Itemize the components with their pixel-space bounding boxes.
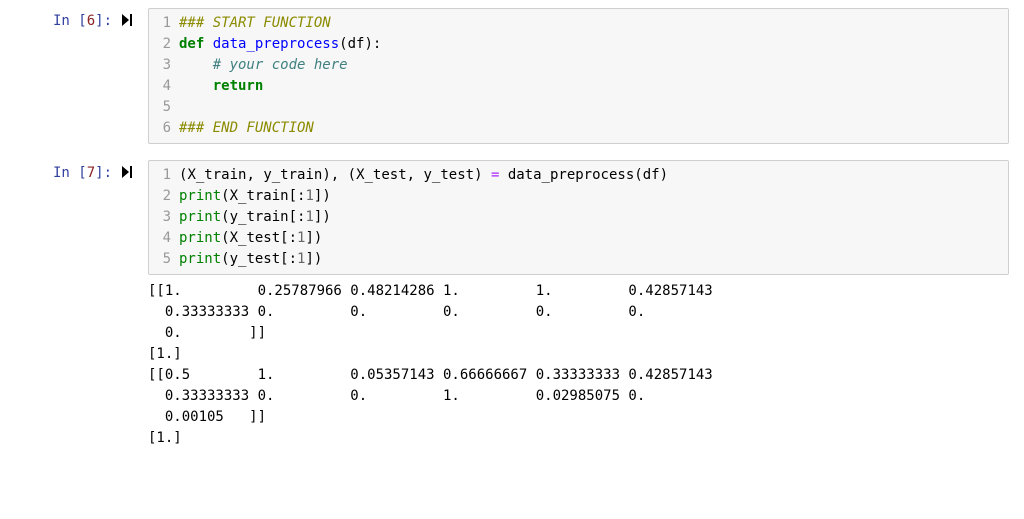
code-var: y_test <box>424 167 475 183</box>
code-function-name: data_preprocess <box>213 36 339 52</box>
run-cell-button[interactable] <box>120 8 148 29</box>
code-builtin: print <box>179 209 221 225</box>
code-comment: ### END FUNCTION <box>179 120 314 136</box>
code-editor[interactable]: 1 ### START FUNCTION 2 def data_preproce… <box>148 8 1009 144</box>
code-cell-7: In [7]: 1 (X_train, y_train), (X_test, y… <box>0 157 1024 452</box>
line-number: 2 <box>149 34 179 55</box>
code-number: 1 <box>305 209 313 225</box>
line-number: 2 <box>149 186 179 207</box>
code-area: 1 ### START FUNCTION 2 def data_preproce… <box>148 8 1009 144</box>
code-comment: # your code here <box>213 57 348 73</box>
line-number: 3 <box>149 55 179 76</box>
code-editor[interactable]: 1 (X_train, y_train), (X_test, y_test) =… <box>148 160 1009 275</box>
code-builtin: print <box>179 188 221 204</box>
input-prompt: In [6]: <box>53 13 112 29</box>
run-cell-button[interactable] <box>120 160 148 181</box>
code-area: 1 (X_train, y_train), (X_test, y_test) =… <box>148 160 1009 449</box>
line-number: 6 <box>149 118 179 139</box>
code-var: X_test <box>230 230 281 246</box>
code-call: data_preprocess <box>508 167 634 183</box>
code-var: df <box>643 167 660 183</box>
code-param: df <box>348 36 365 52</box>
code-cell-6: In [6]: 1 ### START FUNCTION 2 def data_… <box>0 5 1024 147</box>
cell-output: [[1. 0.25787966 0.48214286 1. 1. 0.42857… <box>148 275 1009 449</box>
code-var: X_train <box>230 188 289 204</box>
prompt-area: In [7]: <box>0 160 120 181</box>
prompt-area: In [6]: <box>0 8 120 29</box>
code-keyword: return <box>213 78 264 94</box>
line-number: 5 <box>149 249 179 270</box>
run-icon <box>122 13 134 25</box>
code-builtin: print <box>179 251 221 267</box>
code-keyword: def <box>179 36 204 52</box>
line-number: 4 <box>149 76 179 97</box>
run-icon <box>122 165 134 177</box>
input-prompt: In [7]: <box>53 165 112 181</box>
line-number: 3 <box>149 207 179 228</box>
code-number: 1 <box>305 188 313 204</box>
code-var: y_train <box>263 167 322 183</box>
code-var: X_test <box>356 167 407 183</box>
code-builtin: print <box>179 230 221 246</box>
code-var: y_train <box>230 209 289 225</box>
line-number: 1 <box>149 165 179 186</box>
code-var: y_test <box>230 251 281 267</box>
code-comment: ### START FUNCTION <box>179 15 331 31</box>
line-number: 5 <box>149 97 179 118</box>
code-var: X_train <box>187 167 246 183</box>
line-number: 1 <box>149 13 179 34</box>
line-number: 4 <box>149 228 179 249</box>
